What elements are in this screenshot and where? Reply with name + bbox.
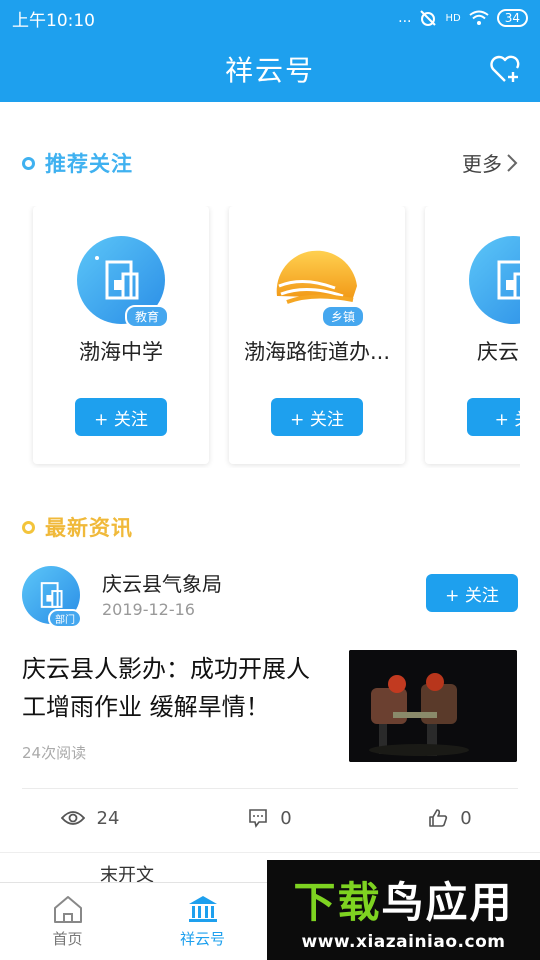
views-stat: 24	[0, 796, 180, 840]
views-count: 24	[96, 807, 120, 829]
network-label: HD	[445, 12, 461, 24]
status-time: 上午10:10	[12, 10, 95, 31]
article-publisher: 部门 庆云县气象局 2019-12-16 + 关注	[22, 564, 518, 628]
comments-stat[interactable]: 0	[180, 796, 360, 840]
watermark-title-white: 鸟应用	[381, 877, 514, 927]
category-badge: 教育	[124, 305, 169, 328]
recommend-section-header: 推荐关注	[22, 148, 133, 178]
recommend-cards: 教育 渤海中学 + 关注 乡镇 渤海路街道办... + 关注 庆云 +	[0, 206, 520, 468]
signal-dots-icon: ...	[398, 10, 412, 26]
tab-home[interactable]: 首页	[0, 883, 135, 960]
follow-button[interactable]: + 关注	[426, 574, 518, 612]
news-section-header: 最新资讯	[22, 512, 133, 542]
article-stats: 24 0 0	[0, 796, 540, 840]
tab-label: 首页	[52, 930, 83, 948]
thumbs-up-icon	[429, 809, 448, 827]
favorite-add-icon[interactable]	[488, 52, 522, 86]
watermark-url: www.xiazainiao.com	[301, 931, 506, 952]
wifi-icon	[469, 10, 489, 25]
eye-icon	[60, 811, 85, 825]
watermark-title-green: 下载	[293, 877, 382, 927]
account-name: 庆云	[477, 340, 519, 364]
chevron-right-icon	[507, 153, 518, 172]
alarm-off-icon	[420, 10, 437, 26]
account-name: 渤海路街道办...	[243, 340, 391, 364]
news-title: 最新资讯	[45, 516, 133, 540]
category-badge: 乡镇	[320, 305, 365, 328]
battery-icon: 34	[496, 9, 528, 27]
recommend-title: 推荐关注	[45, 152, 133, 176]
watermark-logo: 下载鸟应用 www.xiazainiao.com	[267, 860, 540, 960]
more-link[interactable]: 更多	[462, 148, 518, 177]
status-icons: ... HD 34	[398, 9, 528, 27]
page-title: 祥云号	[224, 54, 315, 87]
sun-logo-icon: 乡镇	[273, 236, 365, 328]
building-logo-icon: 教育	[77, 236, 169, 328]
comment-icon	[249, 809, 268, 828]
bank-icon	[188, 896, 217, 922]
section-dot-icon	[22, 520, 35, 534]
tab-label: 祥云号	[179, 930, 225, 948]
more-label: 更多	[462, 152, 502, 176]
account-name: 渤海中学	[79, 340, 163, 364]
read-count: 24次阅读	[22, 744, 87, 762]
watermark-title: 下载鸟应用	[293, 869, 513, 930]
article-thumbnail[interactable]	[349, 650, 517, 762]
building-logo-icon	[469, 236, 520, 324]
account-card[interactable]: 庆云 + 关	[425, 206, 520, 464]
home-icon	[53, 896, 82, 923]
section-dot-icon	[22, 156, 35, 170]
likes-count: 0	[460, 807, 472, 829]
tab-xiangyunhao[interactable]: 祥云号	[135, 883, 270, 960]
follow-button[interactable]: + 关注	[75, 398, 167, 436]
follow-button[interactable]: + 关注	[271, 398, 363, 436]
category-badge: 部门	[48, 609, 82, 628]
title-bar: 祥云号	[0, 36, 540, 102]
follow-button[interactable]: + 关	[467, 398, 520, 436]
divider	[22, 788, 518, 789]
account-card[interactable]: 乡镇 渤海路街道办... + 关注	[229, 206, 405, 464]
publisher-name[interactable]: 庆云县气象局	[102, 568, 222, 597]
account-card[interactable]: 教育 渤海中学 + 关注	[33, 206, 209, 464]
article-headline[interactable]: 庆云县人影办：成功开展人工增雨作业 缓解旱情！	[22, 650, 332, 726]
publish-date: 2019-12-16	[102, 600, 195, 619]
main-content: 推荐关注 更多 教育 渤海中学 + 关注 乡镇 渤海路街道办... + 关注 庆…	[0, 102, 540, 852]
likes-stat[interactable]: 0	[360, 796, 540, 840]
comments-count: 0	[280, 807, 292, 829]
building-logo-icon[interactable]: 部门	[22, 566, 82, 628]
status-bar: 上午10:10 ... HD 34	[0, 0, 540, 36]
